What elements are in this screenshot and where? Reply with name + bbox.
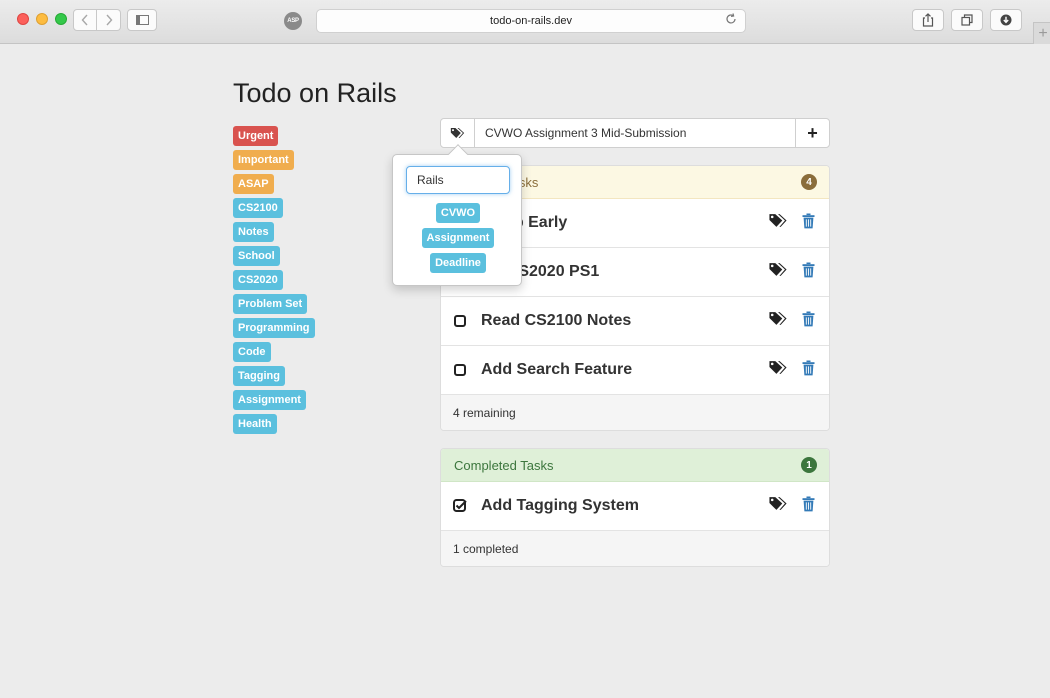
task-row: Add Search Feature: [441, 346, 829, 395]
tags-icon: [450, 128, 465, 138]
task-actions: [768, 262, 815, 283]
share-button[interactable]: [912, 9, 944, 31]
tag-picker-button[interactable]: [441, 119, 475, 147]
address-text: todo-on-rails.dev: [490, 15, 572, 27]
browser-toolbar: ASP todo-on-rails.dev +: [0, 0, 1050, 44]
trash-icon[interactable]: [802, 496, 815, 517]
tag-badge[interactable]: Assignment: [233, 390, 306, 410]
page-title: Todo on Rails: [233, 78, 397, 108]
tags-icon[interactable]: [768, 360, 788, 380]
completed-tasks-panel: Completed Tasks 1 Add Tagging System 1 c…: [440, 448, 830, 567]
share-icon: [922, 13, 934, 27]
completed-count-badge: 1: [801, 457, 817, 473]
new-task-form: +: [440, 118, 830, 148]
checkbox-icon[interactable]: [453, 314, 467, 328]
tabs-icon: [961, 14, 973, 26]
task-actions: [768, 496, 815, 517]
trash-icon[interactable]: [802, 213, 815, 234]
tabs-overview-button[interactable]: [951, 9, 983, 31]
task-row: Add Tagging System: [441, 482, 829, 531]
tag-badge[interactable]: ASAP: [233, 174, 274, 194]
tag-badge[interactable]: CS2020: [233, 270, 283, 290]
history-nav: [73, 9, 121, 31]
chevron-left-icon: [81, 14, 88, 26]
task-actions: [768, 360, 815, 381]
task-title[interactable]: Do CS2020 PS1: [481, 263, 768, 281]
tag-badge[interactable]: Important: [233, 150, 294, 170]
popover-tag-list: CVWO Assignment Deadline: [393, 203, 523, 273]
tag-badge[interactable]: CS2100: [233, 198, 283, 218]
minimize-window-button[interactable]: [36, 13, 48, 25]
sidebar-toggle-button[interactable]: [127, 9, 157, 31]
task-title[interactable]: Add Tagging System: [481, 497, 768, 515]
tag-search-input[interactable]: [406, 166, 510, 194]
trash-icon[interactable]: [802, 262, 815, 283]
tag-badge[interactable]: Tagging: [233, 366, 285, 386]
new-task-input[interactable]: [475, 119, 795, 147]
tag-badge[interactable]: School: [233, 246, 280, 266]
task-actions: [768, 311, 815, 332]
close-window-button[interactable]: [17, 13, 29, 25]
task-title[interactable]: Read CS2100 Notes: [481, 312, 768, 330]
sidebar-icon: [135, 15, 149, 25]
popover-tag-option[interactable]: CVWO: [435, 203, 481, 223]
trash-icon[interactable]: [802, 311, 815, 332]
tags-icon[interactable]: [768, 496, 788, 516]
reload-icon[interactable]: [725, 13, 737, 28]
completed-task-list: Add Tagging System: [441, 482, 829, 531]
add-task-button[interactable]: +: [795, 119, 829, 147]
tag-popover: CVWO Assignment Deadline: [392, 144, 523, 286]
task-title[interactable]: Sleep Early: [481, 214, 768, 232]
task-row: Read CS2100 Notes: [441, 297, 829, 346]
address-bar[interactable]: todo-on-rails.dev: [316, 9, 746, 33]
pending-footer: 4 remaining: [441, 395, 829, 430]
popover-tag-option[interactable]: Deadline: [430, 253, 486, 273]
checked-checkbox-icon[interactable]: [453, 499, 467, 513]
back-button[interactable]: [73, 9, 97, 31]
chevron-right-icon: [105, 14, 112, 26]
checkbox-icon[interactable]: [453, 363, 467, 377]
pending-count-badge: 4: [801, 174, 817, 190]
tag-list: Urgent Important ASAP CS2100 Notes School CS20…: [233, 126, 315, 434]
tag-badge[interactable]: Code: [233, 342, 271, 362]
tags-icon[interactable]: [768, 311, 788, 331]
task-actions: [768, 213, 815, 234]
completed-footer: 1 completed: [441, 531, 829, 566]
site-badge-icon[interactable]: ASP: [284, 12, 302, 30]
forward-button[interactable]: [97, 9, 121, 31]
completed-heading: Completed Tasks 1: [441, 449, 829, 482]
tag-badge[interactable]: Problem Set: [233, 294, 308, 314]
new-tab-button[interactable]: +: [1033, 22, 1050, 44]
completed-heading-label: Completed Tasks: [454, 457, 554, 473]
tag-badge[interactable]: Programming: [233, 318, 315, 338]
window-controls: [17, 13, 67, 25]
tag-badge[interactable]: Health: [233, 414, 277, 434]
zoom-window-button[interactable]: [55, 13, 67, 25]
downloads-button[interactable]: [990, 9, 1022, 31]
plus-icon: +: [807, 123, 818, 143]
tags-icon[interactable]: [768, 262, 788, 282]
trash-icon[interactable]: [802, 360, 815, 381]
tag-badge[interactable]: Urgent: [233, 126, 279, 146]
tag-badge[interactable]: Notes: [233, 222, 274, 242]
download-icon: [1000, 14, 1012, 26]
tags-icon[interactable]: [768, 213, 788, 233]
popover-tag-option[interactable]: Assignment: [421, 228, 495, 248]
task-title[interactable]: Add Search Feature: [481, 361, 768, 379]
